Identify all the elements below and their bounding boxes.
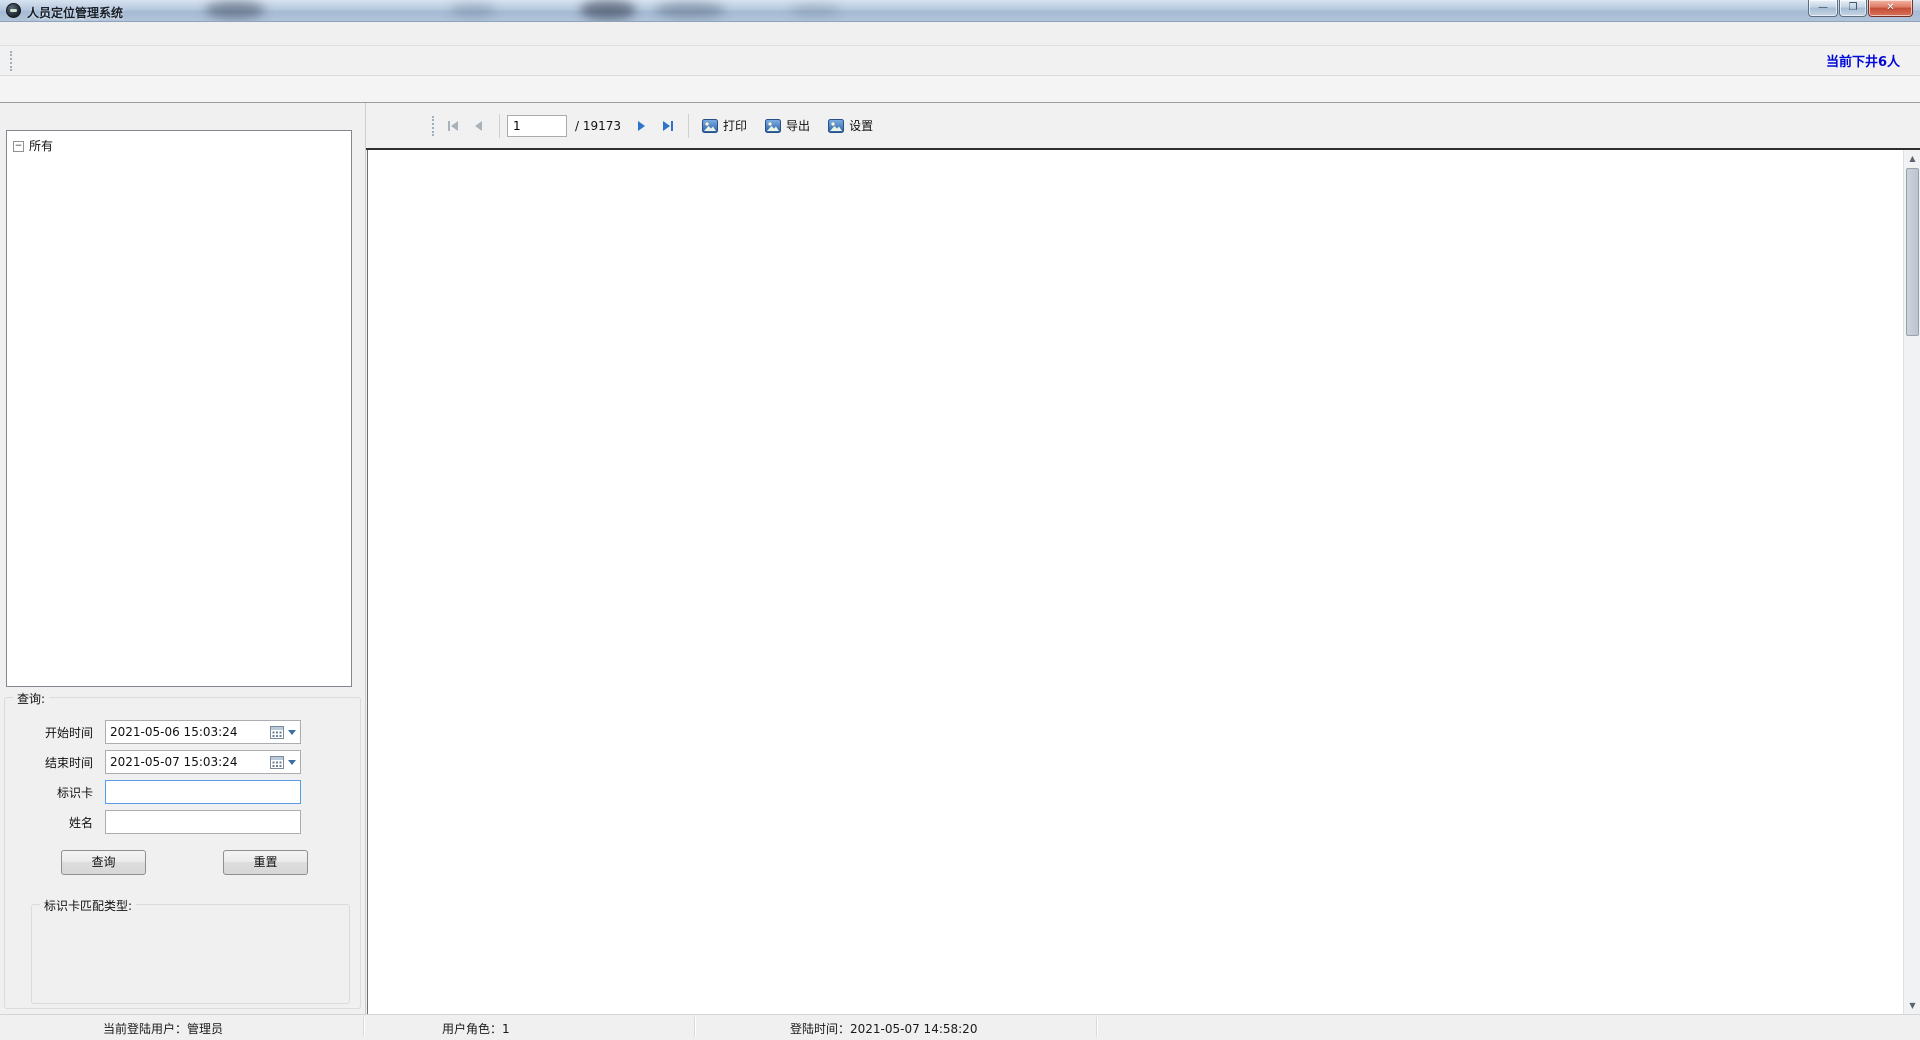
collapse-icon[interactable]: − <box>13 141 24 152</box>
separator <box>363 1017 364 1037</box>
card-id-label: 标识卡 <box>5 784 105 801</box>
data-grid <box>367 150 1903 1014</box>
status-current-user: 当前登陆用户：管理员 <box>103 1020 223 1037</box>
minimize-button[interactable]: — <box>1808 0 1838 17</box>
current-underground-count: 当前下井6人 <box>1826 51 1900 70</box>
status-login-time: 登陆时间：2021-05-07 14:58:20 <box>790 1020 977 1037</box>
separator <box>499 114 500 138</box>
tree-root-label: 所有 <box>29 138 53 155</box>
glass-smudge <box>450 3 496 17</box>
tree-item-root[interactable]: − 所有 <box>13 138 345 155</box>
end-time-value: 2021-05-07 15:03:24 <box>110 755 270 769</box>
image-icon <box>702 118 718 134</box>
query-groupbox: 查询: 开始时间 2021-05-06 15:03:24 结束时间 2021-0… <box>4 697 361 1009</box>
right-panel: / 19173 打印 导出 设置 <box>366 103 1920 1014</box>
glass-smudge <box>655 2 725 18</box>
menu-bar <box>0 22 1920 46</box>
end-time-field[interactable]: 2021-05-07 15:03:24 <box>105 750 301 774</box>
window-title: 人员定位管理系统 <box>27 4 123 21</box>
image-icon <box>828 118 844 134</box>
dropdown-arrow-icon[interactable] <box>288 730 296 735</box>
close-button[interactable]: ✕ <box>1868 0 1913 17</box>
start-time-label: 开始时间 <box>5 724 105 741</box>
print-button[interactable]: 打印 <box>696 114 753 137</box>
image-icon <box>765 118 781 134</box>
scroll-down-icon[interactable]: ▼ <box>1904 997 1920 1014</box>
toolbar-grip-icon <box>432 116 435 136</box>
glass-smudge <box>790 4 840 16</box>
glass-smudge <box>580 0 636 20</box>
main-toolbar: 当前下井6人 <box>0 46 1920 76</box>
scrollbar-thumb[interactable] <box>1906 168 1919 336</box>
separator <box>688 114 689 138</box>
first-page-button[interactable] <box>442 115 464 137</box>
query-group-label: 查询: <box>13 690 49 707</box>
card-match-type-groupbox: 标识卡匹配类型: <box>31 904 350 1004</box>
document-tab-bar <box>0 76 1920 103</box>
calendar-icon <box>270 726 284 739</box>
page-number-input[interactable] <box>507 115 567 137</box>
vertical-scrollbar[interactable]: ▲ ▼ <box>1903 150 1920 1014</box>
separator <box>1096 1017 1097 1037</box>
status-user-role: 用户角色：1 <box>442 1020 510 1037</box>
reset-button[interactable]: 重置 <box>223 850 308 875</box>
print-label: 打印 <box>723 117 747 134</box>
page-total-label: / 19173 <box>575 119 621 133</box>
glass-smudge <box>205 1 265 19</box>
pager-toolbar: / 19173 打印 导出 设置 <box>366 103 1920 150</box>
app-window: 人员定位管理系统 — ❐ ✕ 当前下井6人 − 所有 查 <box>0 0 1920 1040</box>
title-bar: 人员定位管理系统 — ❐ ✕ <box>0 0 1920 22</box>
export-button[interactable]: 导出 <box>759 114 816 137</box>
calendar-icon <box>270 756 284 769</box>
toolbar-grip-icon <box>10 51 13 71</box>
scroll-up-icon[interactable]: ▲ <box>1904 150 1920 167</box>
next-page-button[interactable] <box>631 115 653 137</box>
content-area: − 所有 查询: 开始时间 2021-05-06 15:03:24 结束时间 <box>0 103 1920 1014</box>
department-tree: − 所有 <box>6 130 352 687</box>
settings-button[interactable]: 设置 <box>822 114 879 137</box>
card-id-input[interactable] <box>105 780 301 804</box>
start-time-field[interactable]: 2021-05-06 15:03:24 <box>105 720 301 744</box>
last-page-button[interactable] <box>656 115 678 137</box>
separator <box>694 1017 695 1037</box>
app-icon <box>6 3 21 18</box>
maximize-button[interactable]: ❐ <box>1839 0 1867 17</box>
settings-label: 设置 <box>849 117 873 134</box>
export-label: 导出 <box>786 117 810 134</box>
person-name-input[interactable] <box>105 810 301 834</box>
end-time-label: 结束时间 <box>5 754 105 771</box>
left-panel: − 所有 查询: 开始时间 2021-05-06 15:03:24 结束时间 <box>0 103 366 1014</box>
start-time-value: 2021-05-06 15:03:24 <box>110 725 270 739</box>
last-page-icon <box>661 120 674 132</box>
search-button[interactable]: 查询 <box>61 850 146 875</box>
next-page-icon <box>636 120 648 132</box>
card-match-type-label: 标识卡匹配类型: <box>40 897 136 914</box>
dropdown-arrow-icon[interactable] <box>288 760 296 765</box>
person-name-label: 姓名 <box>5 814 105 831</box>
prev-page-button[interactable] <box>467 115 489 137</box>
first-page-icon <box>447 120 460 132</box>
status-bar: 当前登陆用户：管理员 用户角色：1 登陆时间：2021-05-07 14:58:… <box>0 1014 1920 1040</box>
prev-page-icon <box>472 120 484 132</box>
